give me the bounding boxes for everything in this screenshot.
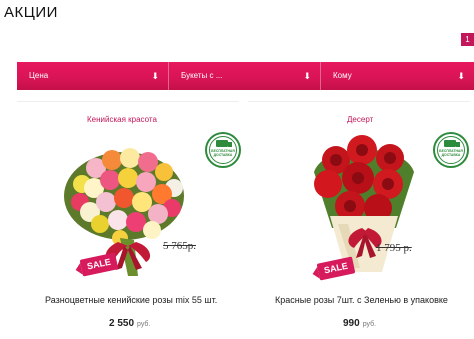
- price-currency: руб.: [137, 321, 151, 328]
- filter-bouquets-label: Букеты с ...: [181, 71, 223, 80]
- arrow-down-icon: ⬇: [151, 71, 159, 81]
- product-price: 2 550 руб.: [109, 318, 150, 329]
- free-shipping-badge: БЕСПЛАТНАЯ ДОСТАВКА: [433, 132, 469, 168]
- card-divider: [248, 101, 470, 102]
- arrow-down-icon: ⬇: [303, 71, 311, 81]
- card-divider: [17, 101, 239, 102]
- filter-price[interactable]: Цена ⬇: [17, 62, 169, 90]
- product-price: 990 руб.: [343, 318, 376, 329]
- old-price: 1 795 р.: [376, 242, 412, 254]
- old-price: 5 765р.: [163, 240, 196, 252]
- page-title: АКЦИИ: [4, 4, 58, 21]
- arrow-down-icon: ⬇: [457, 71, 465, 81]
- product-name-link[interactable]: Десерт: [347, 115, 373, 124]
- product-name-link[interactable]: Кенийская красота: [87, 115, 157, 124]
- price-value: 990: [343, 318, 360, 329]
- page-badge[interactable]: 1: [461, 33, 474, 46]
- free-shipping-text: БЕСПЛАТНАЯ ДОСТАВКА: [439, 149, 463, 157]
- free-shipping-text: БЕСПЛАТНАЯ ДОСТАВКА: [211, 149, 235, 157]
- filter-recipient[interactable]: Кому ⬇: [321, 62, 474, 90]
- filter-bouquets[interactable]: Букеты с ... ⬇: [169, 62, 321, 90]
- product-title[interactable]: Разноцветные кенийские розы mix 55 шт.: [45, 295, 217, 305]
- bouquet-mixed-roses-image[interactable]: [62, 138, 202, 278]
- price-currency: руб.: [362, 321, 377, 328]
- filter-price-label: Цена: [29, 71, 49, 80]
- price-value: 2 550: [109, 318, 135, 329]
- truck-icon: [216, 140, 232, 147]
- truck-icon: [444, 140, 460, 147]
- filter-recipient-label: Кому: [333, 71, 352, 80]
- product-title[interactable]: Красные розы 7шт. с Зеленью в упаковке: [275, 295, 448, 305]
- filter-bar: Цена ⬇ Букеты с ... ⬇ Кому ⬇: [17, 62, 474, 90]
- free-shipping-badge: БЕСПЛАТНАЯ ДОСТАВКА: [205, 132, 241, 168]
